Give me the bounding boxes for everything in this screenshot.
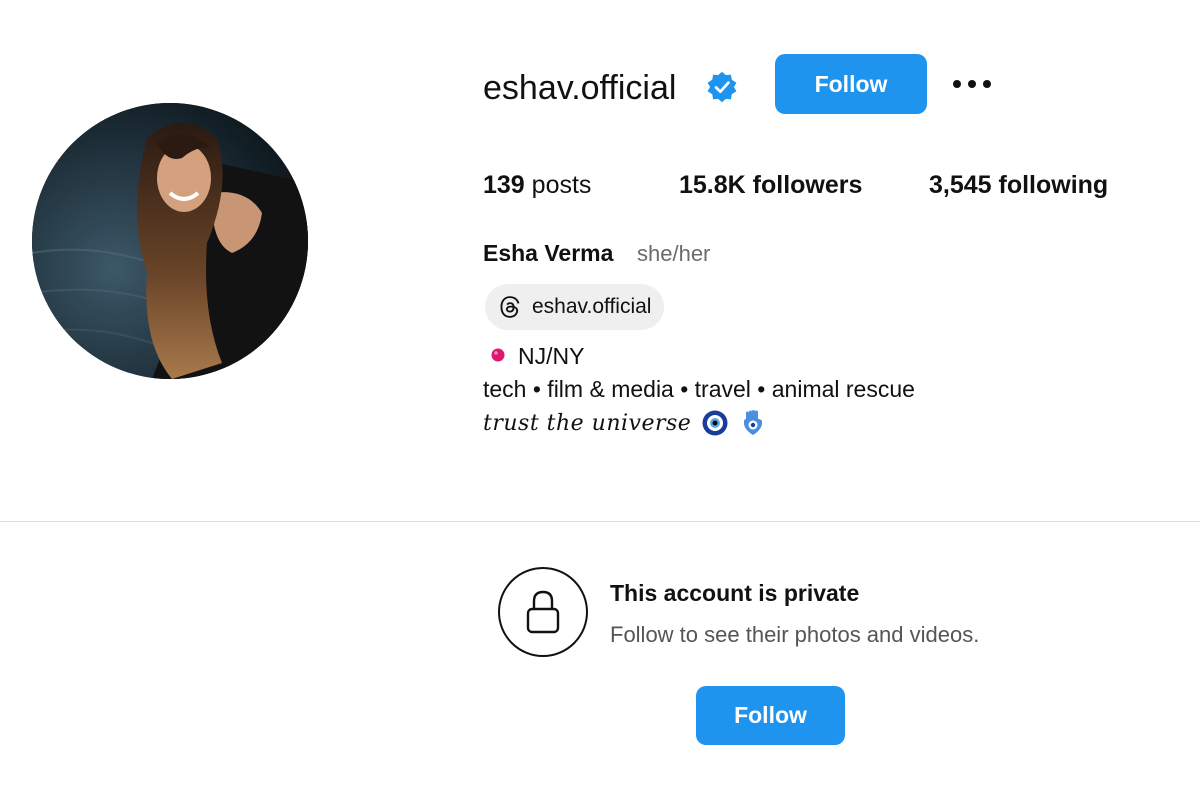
- follow-button-private[interactable]: Follow: [696, 686, 845, 745]
- verified-badge-icon: [707, 71, 737, 103]
- followers-count-value: 15.8K: [679, 171, 746, 199]
- motto-text: trust the universe: [483, 410, 692, 436]
- nazar-amulet-icon: [702, 410, 728, 436]
- dot: [968, 80, 976, 88]
- posts-count: 139 posts: [483, 169, 591, 201]
- location: NJ/NY: [490, 343, 584, 370]
- bio-interests: tech • film & media • travel • animal re…: [483, 376, 915, 402]
- posts-count-value: 139: [483, 171, 525, 199]
- location-pin-icon: [491, 348, 505, 361]
- profile-username: eshav.official: [483, 69, 677, 107]
- profile-page: eshav.official Follow 139 posts 15.8K fo…: [0, 0, 1200, 800]
- profile-avatar[interactable]: [32, 103, 308, 379]
- private-account-title: This account is private: [610, 580, 860, 606]
- hamsa-icon: [744, 410, 763, 435]
- posts-count-label: posts: [524, 171, 592, 199]
- dot: [983, 80, 991, 88]
- bio-motto: trust the universe: [483, 409, 767, 437]
- section-divider: [0, 521, 1200, 522]
- followers-link[interactable]: 15.8K followers: [679, 169, 862, 201]
- threads-link[interactable]: eshav.official: [485, 284, 665, 330]
- avatar-image: [32, 103, 308, 379]
- private-account-subtitle: Follow to see their photos and videos.: [610, 622, 980, 647]
- following-link[interactable]: 3,545 following: [929, 169, 1108, 201]
- location-text: NJ/NY: [518, 343, 585, 369]
- following-count-value: 3,545: [929, 171, 992, 199]
- profile-pronouns: she/her: [637, 241, 711, 266]
- dot: [953, 80, 961, 88]
- threads-icon: [500, 296, 520, 318]
- more-options-icon[interactable]: [946, 66, 998, 102]
- private-lock-badge: [498, 567, 588, 657]
- followers-count-label: followers: [745, 171, 863, 199]
- threads-handle: eshav.official: [532, 295, 652, 318]
- lock-icon: [526, 590, 560, 634]
- profile-full-name: Esha Verma: [483, 240, 614, 266]
- following-count-label: following: [991, 171, 1109, 199]
- follow-button[interactable]: Follow: [775, 54, 927, 114]
